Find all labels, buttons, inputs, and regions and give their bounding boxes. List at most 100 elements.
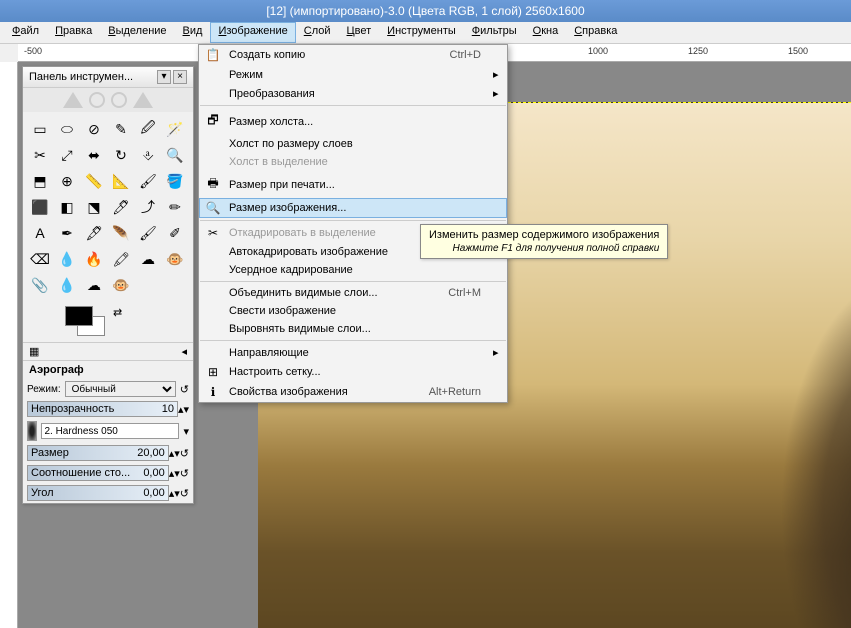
angle-slider[interactable]: Угол 0,00 — [27, 485, 169, 501]
menu-вид[interactable]: Вид — [175, 22, 211, 43]
tool-1[interactable]: ⬭ — [56, 118, 78, 140]
tool-3[interactable]: ✎ — [110, 118, 132, 140]
menu-правка[interactable]: Правка — [47, 22, 100, 43]
tool-36[interactable]: 📎 — [29, 274, 51, 296]
toolbox-min-button[interactable]: ▾ — [157, 70, 171, 84]
menu-изображение[interactable]: Изображение — [210, 22, 295, 43]
menu-слой[interactable]: Слой — [296, 22, 339, 43]
menu-инструменты[interactable]: Инструменты — [379, 22, 464, 43]
tool-19[interactable]: ◧ — [56, 196, 78, 218]
tool-9[interactable]: ↻ — [110, 144, 132, 166]
tool-27[interactable]: 🪶 — [110, 222, 132, 244]
ratio-stepper[interactable]: ▴▾ — [169, 467, 180, 480]
tool-12[interactable]: ⬒ — [29, 170, 51, 192]
tool-39[interactable]: 🐵 — [110, 274, 132, 296]
menu-item-16[interactable]: Выровнять видимые слои... — [199, 320, 507, 338]
brush-picker-icon[interactable]: ▾ — [183, 425, 189, 438]
ratio-reset-icon[interactable]: ↺ — [180, 467, 189, 480]
menu-item-2[interactable]: Преобразования▸ — [199, 84, 507, 103]
tool-22[interactable]: ⤴ — [137, 196, 159, 218]
tool-32[interactable]: 🔥 — [83, 248, 105, 270]
menu-item-14[interactable]: Объединить видимые слои...Ctrl+M — [199, 284, 507, 302]
size-slider[interactable]: Размер 20,00 — [27, 445, 169, 461]
tool-14[interactable]: 📏 — [83, 170, 105, 192]
size-stepper[interactable]: ▴▾ — [169, 447, 180, 460]
menu-item-8[interactable]: 🔍Размер изображения... — [199, 198, 507, 218]
tooltip-help-text: Нажмите F1 для получения полной справки — [429, 243, 659, 254]
swap-colors-icon[interactable]: ⇄ — [113, 306, 122, 319]
mode-select[interactable]: Обычный — [65, 381, 176, 397]
window-titlebar: [12] (импортировано)-3.0 (Цвета RGB, 1 с… — [0, 0, 851, 22]
tool-5[interactable]: 🪄 — [164, 118, 186, 140]
tool-13[interactable]: ⊕ — [56, 170, 78, 192]
menu-item-label: Настроить сетку... — [229, 366, 475, 378]
menu-item-18[interactable]: Направляющие▸ — [199, 343, 507, 362]
tool-10[interactable]: ⎀ — [137, 144, 159, 166]
tool-17[interactable]: 🪣 — [164, 170, 186, 192]
menu-item-19[interactable]: ⊞Настроить сетку... — [199, 362, 507, 382]
ruler-tick: 1500 — [788, 46, 808, 56]
tool-2[interactable]: ⊘ — [83, 118, 105, 140]
toolbox-close-button[interactable]: × — [173, 70, 187, 84]
tab-menu-icon[interactable]: ◂ — [181, 345, 187, 358]
opacity-stepper[interactable]: ▴▾ — [178, 403, 189, 416]
menu-item-15[interactable]: Свести изображение — [199, 302, 507, 320]
tool-8[interactable]: ⬌ — [83, 144, 105, 166]
tool-25[interactable]: ✒ — [56, 222, 78, 244]
menu-item-0[interactable]: 📋Создать копиюCtrl+D — [199, 45, 507, 65]
opacity-label: Непрозрачность — [31, 403, 114, 415]
tool-34[interactable]: ☁ — [137, 248, 159, 270]
angle-reset-icon[interactable]: ↺ — [180, 487, 189, 500]
tool-26[interactable]: 🖋 — [83, 222, 105, 244]
tool-31[interactable]: 💧 — [56, 248, 78, 270]
tool-28[interactable]: 🖌 — [137, 222, 159, 244]
menu-фильтры[interactable]: Фильтры — [464, 22, 525, 43]
menu-item-7[interactable]: 🖶Размер при печати... — [199, 171, 507, 198]
menu-item-4[interactable]: 🗗Размер холста... — [199, 108, 507, 135]
tool-20[interactable]: ⬔ — [83, 196, 105, 218]
ratio-label: Соотношение сто... — [31, 467, 130, 479]
tool-6[interactable]: ✂ — [29, 144, 51, 166]
mode-reset-icon[interactable]: ↺ — [180, 383, 189, 396]
tool-21[interactable]: 🖊 — [110, 196, 132, 218]
tool-24[interactable]: A — [29, 222, 51, 244]
menu-item-5[interactable]: Холст по размеру слоев — [199, 135, 507, 153]
menu-цвет[interactable]: Цвет — [339, 22, 380, 43]
toolbox-titlebar[interactable]: Панель инструмен... ▾ × — [23, 67, 193, 88]
tool-16[interactable]: 🖌 — [137, 170, 159, 192]
menu-справка[interactable]: Справка — [566, 22, 625, 43]
menu-item-6: Холст в выделение — [199, 153, 507, 171]
tool-18[interactable]: ⬛ — [29, 196, 51, 218]
brush-name-input[interactable] — [41, 423, 179, 439]
tool-15[interactable]: 📐 — [110, 170, 132, 192]
mode-label: Режим: — [27, 384, 61, 395]
size-reset-icon[interactable]: ↺ — [180, 447, 189, 460]
menu-item-1[interactable]: Режим▸ — [199, 65, 507, 84]
brush-thumbnail[interactable] — [27, 421, 37, 441]
tool-0[interactable]: ▭ — [29, 118, 51, 140]
tool-options-tabs[interactable]: ▦ ◂ — [23, 342, 193, 360]
menu-item-20[interactable]: ℹСвойства изображенияAlt+Return — [199, 382, 507, 402]
fg-color-swatch[interactable] — [65, 306, 93, 326]
opacity-slider[interactable]: Непрозрачность 10 — [27, 401, 178, 417]
tool-11[interactable]: 🔍 — [164, 144, 186, 166]
tool-options-title: Аэрограф — [23, 360, 193, 379]
menu-файл[interactable]: Файл — [4, 22, 47, 43]
ratio-slider[interactable]: Соотношение сто... 0,00 — [27, 465, 169, 481]
tool-7[interactable]: ⤢ — [56, 144, 78, 166]
tool-23[interactable]: ✏ — [164, 196, 186, 218]
menu-выделение[interactable]: Выделение — [100, 22, 174, 43]
tool-38[interactable]: ☁ — [83, 274, 105, 296]
color-swatches[interactable]: ⇄ — [23, 302, 193, 342]
menu-item-12[interactable]: Усердное кадрирование — [199, 261, 507, 279]
angle-stepper[interactable]: ▴▾ — [169, 487, 180, 500]
tool-33[interactable]: 🖍 — [110, 248, 132, 270]
tool-4[interactable]: 🖉 — [137, 118, 159, 140]
tab-icon[interactable]: ▦ — [29, 345, 39, 358]
tool-37[interactable]: 💧 — [56, 274, 78, 296]
tool-30[interactable]: ⌫ — [29, 248, 51, 270]
menu-separator — [200, 220, 506, 221]
tool-29[interactable]: ✐ — [164, 222, 186, 244]
tool-35[interactable]: 🐵 — [164, 248, 186, 270]
menu-окна[interactable]: Окна — [525, 22, 567, 43]
